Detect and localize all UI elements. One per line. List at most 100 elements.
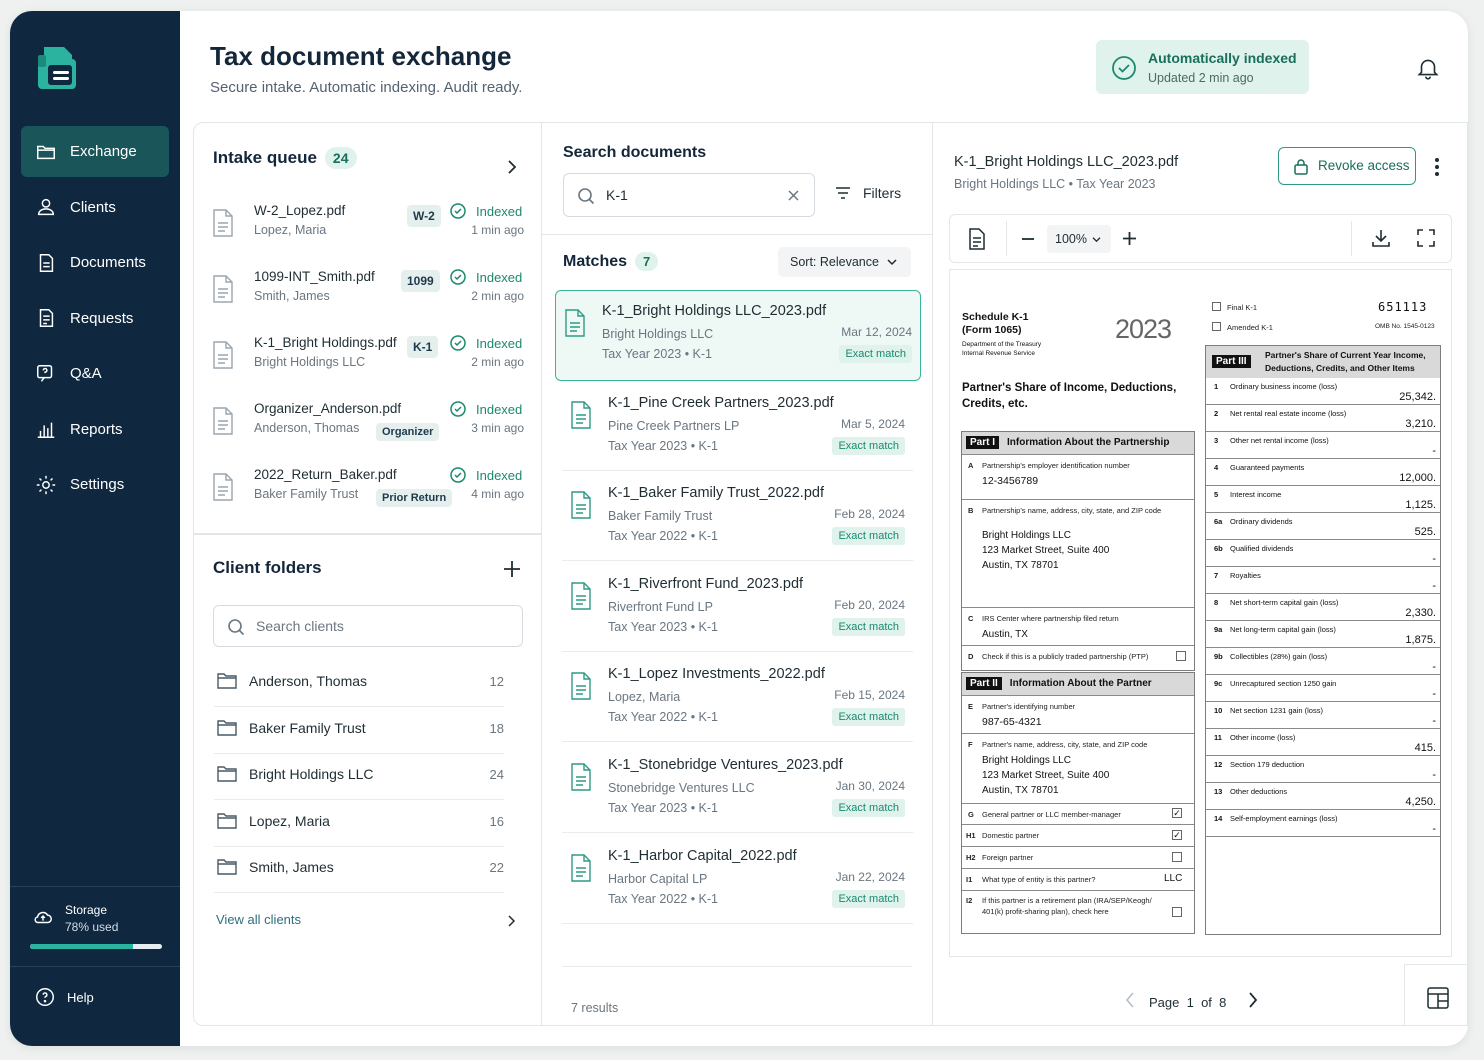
search-result-item[interactable]: K-1_Lopez Investments_2022.pdf Lopez, Mar… xyxy=(562,654,913,743)
client-folder-item[interactable]: Smith, James 22 xyxy=(214,847,504,893)
field-letter: I1 xyxy=(966,875,973,884)
line-label: Other income (loss) xyxy=(1230,733,1296,742)
search-result-item[interactable]: K-1_Bright Holdings LLC_2023.pdf Bright H… xyxy=(555,290,921,381)
foreign-partner-checkbox[interactable] xyxy=(1172,852,1182,862)
zoom-in-icon[interactable] xyxy=(1123,232,1136,245)
help-button[interactable]: Help xyxy=(10,966,180,1046)
sidebar-item-label: Reports xyxy=(70,420,123,438)
result-meta: Tax Year 2023 • K-1 xyxy=(608,801,719,815)
storage-widget: Storage 78% used xyxy=(10,886,180,949)
part3-label: Part III xyxy=(1212,355,1251,368)
app-window: Exchange Clients Documents Requests Q&A … xyxy=(10,11,1468,1046)
indexed-label: Indexed xyxy=(476,468,523,483)
client-folder-name: Anderson, Thomas xyxy=(249,673,368,689)
client-folder-item[interactable]: Baker Family Trust 18 xyxy=(214,708,504,754)
line-value: 12,000. xyxy=(1399,472,1436,484)
line-label: Ordinary business income (loss) xyxy=(1230,382,1338,391)
download-icon[interactable] xyxy=(1371,228,1391,248)
sidebar-item-documents[interactable]: Documents xyxy=(21,237,169,288)
sidebar-item-reports[interactable]: Reports xyxy=(21,404,169,455)
client-folder-item[interactable]: Anderson, Thomas 12 xyxy=(214,661,504,707)
intake-item[interactable]: K-1_Bright Holdings.pdf Bright Holdings L… xyxy=(212,335,524,395)
sidebar-item-qa[interactable]: Q&A xyxy=(21,348,169,399)
form-schedule: Schedule K-1 xyxy=(962,311,1029,323)
revoke-access-button[interactable]: Revoke access xyxy=(1278,147,1416,185)
k1-form-page: Schedule K-1 (Form 1065) Department of t… xyxy=(949,269,1452,957)
thumbnail-toggle[interactable] xyxy=(1404,964,1468,1026)
retirement-plan-checkbox[interactable] xyxy=(1172,907,1182,917)
search-result-item[interactable]: K-1_Stonebridge Ventures_2023.pdf Stonebr… xyxy=(562,745,913,833)
amended-k1-checkbox[interactable] xyxy=(1212,322,1221,331)
notifications-button[interactable] xyxy=(1415,55,1441,86)
client-search-field[interactable]: Search clients xyxy=(213,605,523,647)
matches-count-badge: 7 xyxy=(635,252,659,271)
indexed-label: Indexed xyxy=(476,204,523,219)
result-client-name: Bright Holdings LLC xyxy=(602,327,714,341)
more-options-icon[interactable] xyxy=(1434,157,1440,177)
intake-queue-panel: Intake queue 24 W-2_Lopez.pdf Lopez, Maria… xyxy=(193,122,542,534)
sidebar-item-requests[interactable]: Requests xyxy=(21,293,169,344)
search-result-item[interactable]: K-1_Baker Family Trust_2022.pdf Baker Fam… xyxy=(562,473,913,562)
help-icon xyxy=(36,988,54,1006)
field-h1-label: Domestic partner xyxy=(982,831,1040,840)
result-client-name: Harbor Capital LP xyxy=(608,871,708,886)
divider xyxy=(1351,221,1352,256)
app-logo-icon[interactable] xyxy=(34,45,80,93)
file-icon-wrap xyxy=(212,275,234,308)
intake-item[interactable]: 1099-INT_Smith.pdf Smith, James 1099 Indexe… xyxy=(212,269,524,329)
file-icon xyxy=(571,853,591,882)
prev-page-icon[interactable] xyxy=(1125,992,1135,1008)
line-value: 1,125. xyxy=(1405,499,1436,511)
document-icon[interactable] xyxy=(968,228,986,250)
part3-title-2: Deductions, Credits, and Other Items xyxy=(1265,363,1415,373)
line-label: Net section 1231 gain (loss) xyxy=(1230,706,1323,715)
chevron-right-icon[interactable] xyxy=(505,159,519,175)
next-page-icon[interactable] xyxy=(1248,992,1258,1008)
sidebar-item-exchange[interactable]: Exchange xyxy=(21,126,169,177)
page-title: Tax document exchange xyxy=(210,41,512,71)
check-circle-icon xyxy=(450,467,466,483)
form-rule xyxy=(962,454,1194,455)
form-dept-1: Department of the Treasury xyxy=(962,341,1042,348)
intake-item[interactable]: 2022_Return_Baker.pdf Baker Family Trust P… xyxy=(212,467,524,527)
file-icon-wrap xyxy=(570,853,592,887)
ptp-checkbox[interactable] xyxy=(1176,651,1186,661)
result-file-name: K-1_Bright Holdings LLC_2023.pdf xyxy=(602,303,827,319)
part3-header: Part III Partner's Share of Current Year… xyxy=(1206,346,1440,378)
final-k1-checkbox[interactable] xyxy=(1212,302,1221,311)
intake-item[interactable]: Organizer_Anderson.pdf Anderson, Thomas Or… xyxy=(212,401,524,461)
domestic-partner-checkbox[interactable]: ✓ xyxy=(1172,830,1182,840)
file-icon xyxy=(213,407,233,435)
result-file-name: K-1_Lopez Investments_2022.pdf xyxy=(608,666,825,683)
client-folder-item[interactable]: Lopez, Maria 16 xyxy=(214,801,504,847)
search-result-item[interactable]: K-1_Harbor Capital_2022.pdf Harbor Capita… xyxy=(562,836,913,924)
field-f-line1: Bright Holdings LLC xyxy=(982,755,1071,766)
chevron-right-icon[interactable] xyxy=(506,915,516,927)
sidebar-item-clients[interactable]: Clients xyxy=(21,182,169,233)
exact-match-badge: Exact match xyxy=(832,527,905,546)
view-all-clients-link[interactable]: View all clients xyxy=(216,912,301,927)
clear-search-icon[interactable] xyxy=(788,190,799,201)
result-client-name: Riverfront Fund LP xyxy=(608,599,713,614)
sort-dropdown[interactable]: Sort: Relevance xyxy=(778,247,911,277)
intake-item[interactable]: W-2_Lopez.pdf Lopez, Maria W-2 Indexed 1 min… xyxy=(212,203,524,263)
indexed-label: Indexed xyxy=(476,270,523,285)
zoom-select[interactable]: 100% xyxy=(1047,225,1111,253)
document-search-input[interactable]: K-1 xyxy=(563,173,815,217)
search-result-item[interactable]: K-1_Riverfront Fund_2023.pdf Riverfront F… xyxy=(562,564,913,652)
line-value: 25,342. xyxy=(1399,391,1436,403)
client-folder-item[interactable]: Bright Holdings LLC 24 xyxy=(214,754,504,800)
field-d-label: Check if this is a publicly traded partn… xyxy=(982,652,1149,661)
general-partner-checkbox[interactable]: ✓ xyxy=(1172,808,1182,818)
line-label: Interest income xyxy=(1230,490,1282,499)
line-value: - xyxy=(1432,715,1436,727)
zoom-out-icon[interactable] xyxy=(1022,238,1034,240)
fullscreen-icon[interactable] xyxy=(1417,229,1435,247)
client-folders-title: Client folders xyxy=(213,558,322,577)
search-result-item[interactable]: K-1_Pine Creek Partners_2023.pdf Pine Cre… xyxy=(562,383,913,471)
add-folder-icon[interactable] xyxy=(502,559,522,579)
form-rule xyxy=(962,499,1194,500)
field-letter: F xyxy=(968,740,973,749)
sidebar-item-settings[interactable]: Settings xyxy=(21,459,169,510)
current-page: 1 xyxy=(1186,995,1194,1010)
